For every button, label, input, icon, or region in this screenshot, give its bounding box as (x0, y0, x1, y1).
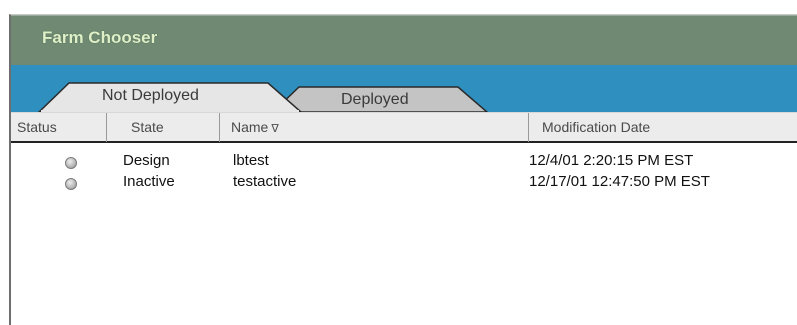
table-header: Status State Name ∇ Modification Date (11, 112, 797, 143)
sort-descending-icon: ∇ (271, 123, 279, 135)
state-cell: Design (123, 152, 170, 169)
column-header-modification-date[interactable]: Modification Date (529, 113, 797, 142)
name-cell: testactive (233, 173, 297, 190)
name-cell: lbtest (233, 152, 269, 169)
status-indicator-icon (65, 157, 77, 169)
tab-not-deployed-label: Not Deployed (102, 87, 199, 104)
farm-chooser-panel: Farm Chooser Not Deployed Deployed Statu… (9, 14, 797, 325)
column-header-name-label: Name (231, 119, 269, 135)
table-row[interactable]: Inactive testactive 12/17/01 12:47:50 PM… (11, 173, 797, 195)
tab-not-deployed[interactable]: Not Deployed (69, 83, 269, 112)
column-header-state[interactable]: State (107, 113, 220, 142)
title-bar: Farm Chooser (11, 15, 797, 65)
column-header-status[interactable]: Status (11, 113, 107, 142)
tab-deployed[interactable]: Deployed (301, 87, 459, 112)
state-cell: Inactive (123, 173, 175, 190)
modification-date-cell: 12/4/01 2:20:15 PM EST (529, 152, 694, 169)
table-row[interactable]: Design lbtest 12/4/01 2:20:15 PM EST (11, 152, 797, 174)
tab-deployed-label: Deployed (341, 91, 409, 108)
modification-date-cell: 12/17/01 12:47:50 PM EST (529, 173, 710, 190)
status-indicator-icon (65, 178, 77, 190)
window-title: Farm Chooser (42, 28, 158, 47)
column-header-status-label: Status (17, 119, 57, 135)
tab-bar: Not Deployed Deployed (11, 65, 797, 112)
column-header-name[interactable]: Name ∇ (220, 113, 529, 142)
column-header-modification-date-label: Modification Date (542, 119, 651, 135)
column-header-state-label: State (131, 119, 164, 135)
